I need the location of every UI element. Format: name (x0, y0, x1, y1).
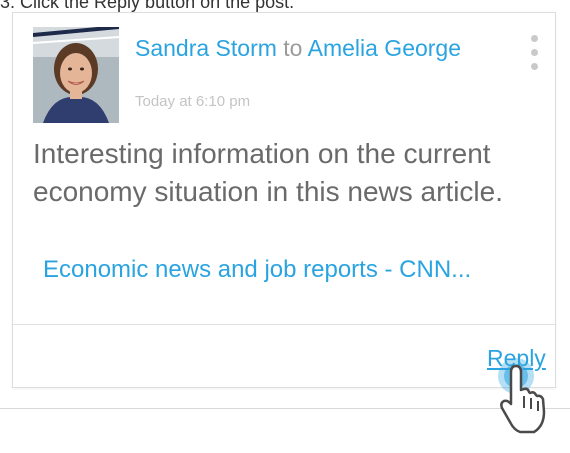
article-link[interactable]: Economic news and job reports - CNN... (43, 256, 471, 284)
more-vertical-icon[interactable] (525, 33, 545, 73)
avatar-photo (33, 27, 119, 123)
avatar[interactable] (33, 27, 119, 123)
card-divider (13, 324, 555, 325)
hand-pointer-icon (494, 356, 556, 436)
to-label: to (283, 35, 303, 61)
post-card: Sandra Storm to Amelia George Today at 6… (12, 12, 556, 388)
author-link[interactable]: Sandra Storm (135, 35, 277, 61)
page-divider (0, 408, 570, 409)
post-message: Interesting information on the current e… (33, 138, 503, 207)
recipient-link[interactable]: Amelia George (308, 35, 461, 61)
post-timestamp: Today at 6:10 pm (135, 93, 251, 110)
post-header: Sandra Storm to Amelia George (135, 33, 461, 63)
